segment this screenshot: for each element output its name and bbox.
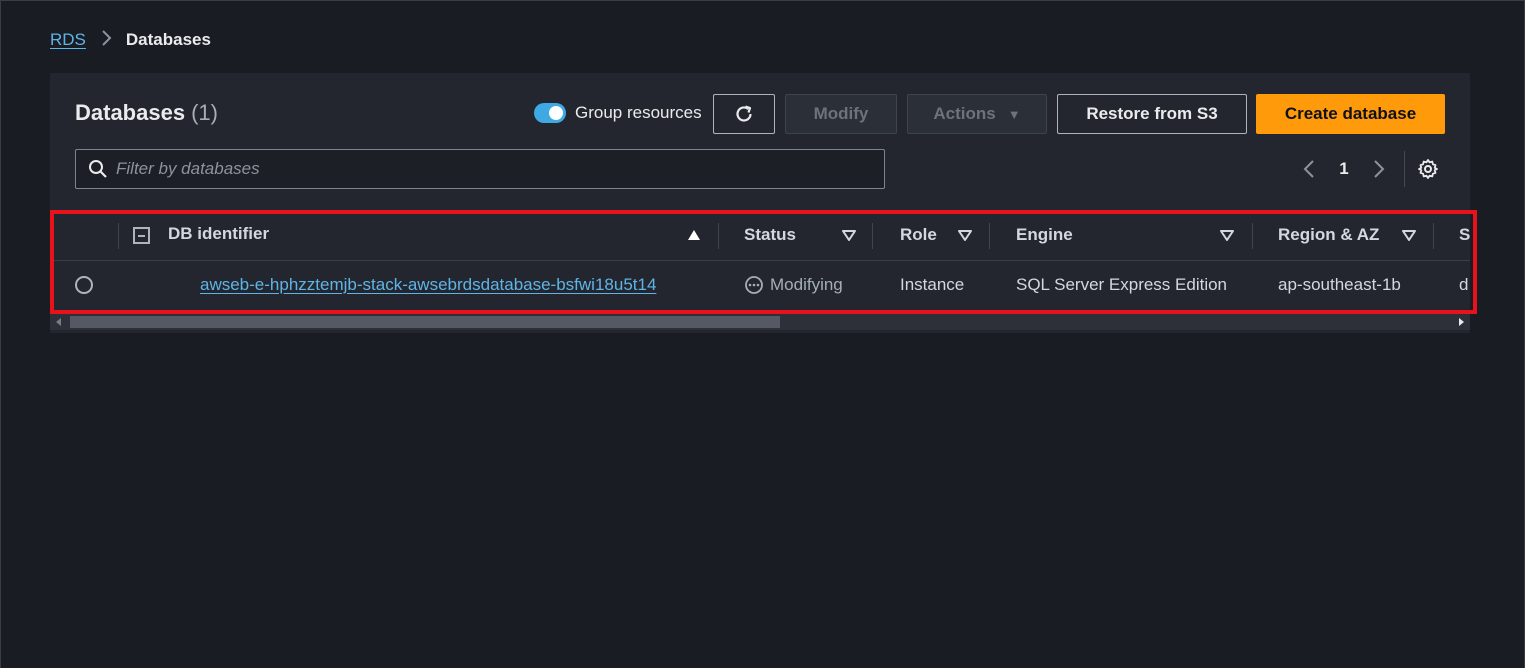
actions-button[interactable]: Actions ▼ <box>907 94 1047 134</box>
modify-button[interactable]: Modify <box>785 94 897 134</box>
column-size-truncated-label: S <box>1459 225 1470 244</box>
db-identifier-cell: awseb-e-hphzztemjb-stack-awsebrdsdatabas… <box>200 260 656 310</box>
group-resources-toggle[interactable]: Group resources <box>534 103 702 123</box>
pagination: 1 <box>1296 151 1439 187</box>
column-size-truncated[interactable]: S <box>1459 210 1470 260</box>
scroll-left-arrow-icon[interactable] <box>56 318 61 326</box>
actions-label: Actions <box>933 104 996 123</box>
region-az-cell: ap-southeast-1b <box>1278 275 1401 294</box>
db-identifier-link[interactable]: awseb-e-hphzztemjb-stack-awsebrdsdatabas… <box>200 275 656 295</box>
column-region-az[interactable]: Region & AZ <box>1278 210 1433 260</box>
column-status[interactable]: Status <box>744 210 872 260</box>
column-role-label: Role <box>900 225 937 244</box>
table-row[interactable]: awseb-e-hphzztemjb-stack-awsebrdsdatabas… <box>50 260 1470 310</box>
database-count: (1) <box>191 100 218 125</box>
column-separator <box>118 223 119 249</box>
column-status-label: Status <box>744 225 796 244</box>
column-engine[interactable]: Engine <box>1016 210 1252 260</box>
sort-caret-icon[interactable] <box>958 229 972 241</box>
caret-down-icon: ▼ <box>1007 106 1021 122</box>
breadcrumb-current: Databases <box>125 30 211 49</box>
filter-box <box>75 149 885 189</box>
previous-page-icon[interactable] <box>1296 159 1322 179</box>
page-title-text: Databases <box>75 100 186 125</box>
restore-from-s3-button[interactable]: Restore from S3 <box>1057 94 1247 134</box>
column-separator <box>718 223 719 249</box>
settings-gear-icon[interactable] <box>1417 158 1439 180</box>
scroll-right-arrow-icon[interactable] <box>1459 318 1464 326</box>
sort-caret-icon[interactable] <box>1220 229 1234 241</box>
breadcrumb: RDS Databases <box>50 29 211 51</box>
scrollbar-thumb[interactable] <box>70 316 780 328</box>
role-cell: Instance <box>900 275 965 294</box>
create-database-button[interactable]: Create database <box>1256 94 1445 134</box>
column-separator <box>872 223 873 249</box>
toggle-switch[interactable] <box>534 103 566 123</box>
expand-collapse-all-icon[interactable] <box>133 210 150 260</box>
sort-caret-icon[interactable] <box>842 229 856 241</box>
current-page[interactable]: 1 <box>1322 159 1366 179</box>
sort-caret-icon[interactable] <box>1402 229 1416 241</box>
databases-table: DB identifier Status Role Engine Region … <box>50 210 1470 333</box>
pager-divider <box>1404 151 1405 187</box>
breadcrumb-chevron-icon <box>100 29 112 51</box>
breadcrumb-rds-link[interactable]: RDS <box>50 30 86 50</box>
table-header-row: DB identifier Status Role Engine Region … <box>50 210 1470 260</box>
search-icon <box>89 160 107 178</box>
horizontal-scrollbar[interactable] <box>50 314 1470 330</box>
status-cell: Modifying <box>744 260 843 310</box>
column-engine-label: Engine <box>1016 225 1073 244</box>
engine-cell: SQL Server Express Edition <box>1016 275 1228 294</box>
refresh-icon <box>736 105 752 122</box>
toggle-knob <box>549 106 563 120</box>
filter-databases-input[interactable] <box>116 159 876 179</box>
column-separator <box>1433 223 1434 249</box>
sort-ascending-icon[interactable] <box>687 229 701 241</box>
column-separator <box>989 223 990 249</box>
refresh-button[interactable] <box>713 94 775 134</box>
size-truncated-cell: d <box>1459 275 1469 294</box>
column-db-identifier-label: DB identifier <box>168 224 270 243</box>
column-db-identifier[interactable]: DB identifier <box>168 210 718 260</box>
column-role[interactable]: Role <box>900 210 990 260</box>
column-separator <box>1252 223 1253 249</box>
status-in-progress-icon <box>745 276 763 294</box>
column-region-az-label: Region & AZ <box>1278 225 1380 244</box>
databases-panel: Databases (1) Group resources Modify Acti… <box>50 73 1470 333</box>
page-title: Databases (1) <box>75 100 218 126</box>
status-text: Modifying <box>770 275 843 294</box>
group-resources-label: Group resources <box>575 103 702 122</box>
row-select-radio[interactable] <box>75 260 93 310</box>
next-page-icon[interactable] <box>1366 159 1392 179</box>
